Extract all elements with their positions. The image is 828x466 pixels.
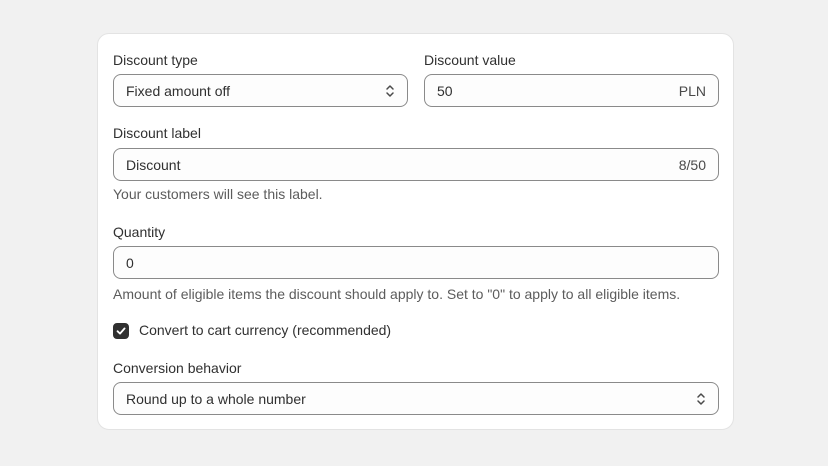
discount-label-help: Your customers will see this label. xyxy=(113,186,323,202)
checkmark-icon xyxy=(116,327,126,335)
quantity-help: Amount of eligible items the discount sh… xyxy=(113,286,681,302)
discount-value-input[interactable]: 50 PLN xyxy=(424,74,719,107)
quantity-value: 0 xyxy=(126,255,134,271)
discount-label-input[interactable]: Discount 8/50 xyxy=(113,148,719,181)
discount-label-value: Discount xyxy=(126,157,181,173)
character-counter: 8/50 xyxy=(678,157,706,173)
conversion-behavior-select[interactable]: Round up to a whole number xyxy=(113,382,719,415)
discount-value-label: Discount value xyxy=(424,52,516,68)
discount-label-label: Discount label xyxy=(113,125,201,141)
discount-type-value: Fixed amount off xyxy=(126,83,231,99)
currency-suffix: PLN xyxy=(678,83,706,99)
discount-value-value: 50 xyxy=(437,83,453,99)
discount-type-select[interactable]: Fixed amount off xyxy=(113,74,408,107)
conversion-behavior-label: Conversion behavior xyxy=(113,360,242,376)
conversion-behavior-value: Round up to a whole number xyxy=(126,391,306,407)
discount-type-label: Discount type xyxy=(113,52,198,68)
quantity-label: Quantity xyxy=(113,224,166,240)
chevron-up-down-icon xyxy=(695,391,707,407)
convert-currency-label[interactable]: Convert to cart currency (recommended) xyxy=(139,322,391,339)
quantity-input[interactable]: 0 xyxy=(113,246,719,279)
convert-currency-checkbox[interactable] xyxy=(113,323,129,339)
discount-settings-card: Discount type Fixed amount off Discount … xyxy=(97,33,734,430)
chevron-up-down-icon xyxy=(384,83,396,99)
